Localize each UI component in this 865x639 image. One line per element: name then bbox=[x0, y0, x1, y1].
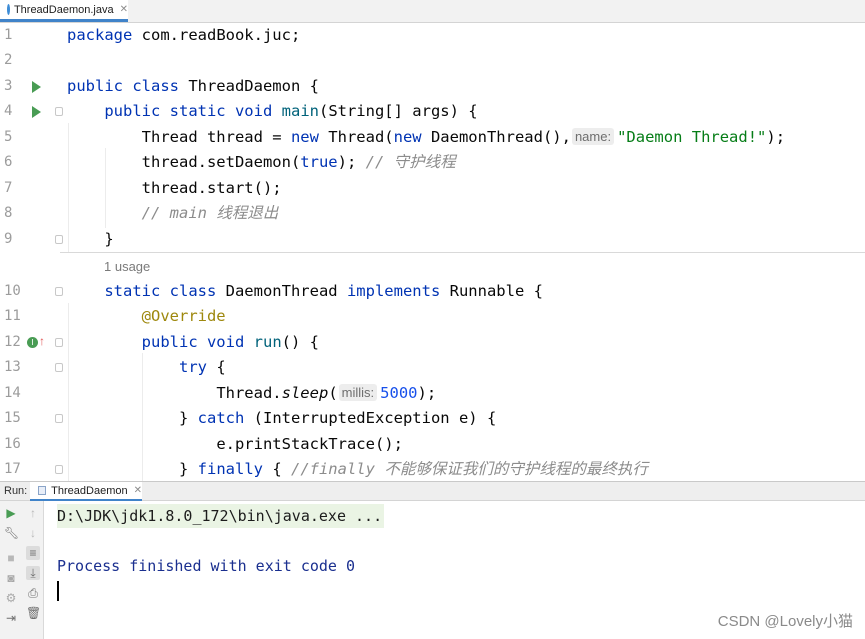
code-text[interactable]: try { bbox=[67, 355, 226, 380]
run-panel-label: Run: bbox=[4, 485, 28, 497]
code-text[interactable]: Thread thread = new Thread(new DaemonThr… bbox=[67, 125, 785, 150]
usage-hint[interactable]: 1 usage bbox=[104, 254, 150, 279]
line-number: 11 bbox=[4, 308, 21, 324]
run-toolbar-right: ↑ ↓ ≡ ⤓ ⎙ 🗑︎ bbox=[22, 501, 44, 639]
line-number: 7 bbox=[4, 180, 13, 196]
fold-icon[interactable] bbox=[55, 107, 63, 116]
code-text[interactable]: package com.readBook.juc; bbox=[67, 23, 300, 48]
code-line: 12 I ↑ public void run() { bbox=[0, 330, 865, 355]
code-line: 16 e.printStackTrace(); bbox=[0, 432, 865, 457]
code-text[interactable]: e.printStackTrace(); bbox=[67, 432, 403, 457]
code-text[interactable]: } catch (InterruptedException e) { bbox=[67, 406, 496, 431]
code-line: 6 thread.setDaemon(true); // 守护线程 bbox=[0, 150, 865, 175]
line-number: 9 bbox=[4, 231, 13, 247]
code-line: 4 public static void main(String[] args)… bbox=[0, 99, 865, 124]
code-line: 10 static class DaemonThread implements … bbox=[0, 279, 865, 304]
code-line: 14 Thread.sleep(millis: 5000); bbox=[0, 381, 865, 406]
line-number: 10 bbox=[4, 283, 21, 299]
code-line: 17 } finally { //finally 不能够保证我们的守护线程的最终… bbox=[0, 457, 865, 481]
console-icon bbox=[38, 486, 47, 495]
console-exit-message: Process finished with exit code 0 bbox=[57, 557, 356, 575]
stop-icon[interactable]: ■ bbox=[4, 551, 18, 565]
code-line: 9 } bbox=[0, 227, 865, 252]
line-number: 16 bbox=[4, 436, 21, 452]
run-class-icon[interactable] bbox=[32, 81, 41, 93]
code-line: 3 public class ThreadDaemon { bbox=[0, 74, 865, 99]
parameter-hint: millis: bbox=[338, 384, 378, 401]
code-line: 15 } catch (InterruptedException e) { bbox=[0, 406, 865, 431]
text-caret bbox=[57, 581, 59, 601]
exit-icon[interactable]: ⇥ bbox=[4, 611, 18, 625]
run-tab-thread-daemon[interactable]: ThreadDaemon ✕ bbox=[30, 482, 142, 501]
run-toolbar-left: ▶ 🔧︎ ■ ◙ ⚙ ⇥ bbox=[0, 501, 22, 639]
line-number: 1 bbox=[4, 27, 13, 43]
code-text[interactable]: Thread.sleep(millis: 5000); bbox=[67, 381, 436, 406]
fold-icon[interactable] bbox=[55, 414, 63, 423]
code-line: 2 bbox=[0, 48, 865, 73]
arrow-up-icon: ↑ bbox=[39, 334, 45, 348]
wrench-icon[interactable]: 🔧︎ bbox=[4, 526, 19, 540]
arrow-down-icon[interactable]: ↓ bbox=[26, 526, 40, 540]
code-text[interactable]: public class ThreadDaemon { bbox=[67, 74, 319, 99]
editor-tab-thread-daemon[interactable]: ThreadDaemon.java ✕ bbox=[0, 0, 128, 22]
run-main-icon[interactable] bbox=[32, 106, 41, 118]
fold-icon[interactable] bbox=[55, 287, 63, 296]
fold-icon[interactable] bbox=[55, 235, 63, 244]
code-line: 8 // main 线程退出 bbox=[0, 201, 865, 226]
code-text[interactable]: } finally { //finally 不能够保证我们的守护线程的最终执行 bbox=[67, 457, 648, 481]
soft-wrap-icon[interactable]: ≡ bbox=[26, 546, 40, 560]
code-line: 11 @Override bbox=[0, 304, 865, 329]
code-line: 7 thread.start(); bbox=[0, 176, 865, 201]
java-class-icon bbox=[7, 4, 15, 15]
code-line: 1 package com.readBook.juc; bbox=[0, 23, 865, 48]
print-icon[interactable]: ⎙ bbox=[26, 586, 40, 600]
settings-icon[interactable]: ⚙ bbox=[4, 591, 18, 605]
code-text[interactable]: // main 线程退出 bbox=[67, 201, 279, 226]
watermark: CSDN @Lovely小猫 bbox=[717, 613, 853, 630]
run-panel-header: Run: ThreadDaemon ✕ bbox=[0, 481, 865, 501]
line-number: 5 bbox=[4, 129, 13, 145]
arrow-up-icon[interactable]: ↑ bbox=[26, 506, 40, 520]
code-text[interactable]: public static void main(String[] args) { bbox=[67, 99, 477, 124]
close-icon[interactable]: ✕ bbox=[120, 4, 128, 15]
rerun-icon[interactable]: ▶ bbox=[4, 506, 18, 520]
line-number: 13 bbox=[4, 359, 21, 375]
method-separator bbox=[60, 252, 865, 253]
code-text[interactable]: public void run() { bbox=[67, 330, 319, 355]
scroll-to-end-icon[interactable]: ⤓ bbox=[26, 566, 40, 580]
line-number: 12 bbox=[4, 334, 21, 350]
camera-icon[interactable]: ◙ bbox=[4, 571, 18, 585]
fold-icon[interactable] bbox=[55, 338, 63, 347]
code-text[interactable]: @Override bbox=[67, 304, 226, 329]
code-text[interactable]: static class DaemonThread implements Run… bbox=[67, 279, 543, 304]
run-tab-label: ThreadDaemon bbox=[51, 484, 128, 497]
implements-method-icon[interactable]: I bbox=[27, 337, 38, 348]
parameter-hint: name: bbox=[571, 128, 615, 145]
close-icon[interactable]: ✕ bbox=[134, 485, 142, 496]
line-number: 15 bbox=[4, 410, 21, 426]
line-number: 2 bbox=[4, 52, 13, 68]
code-text[interactable]: thread.start(); bbox=[67, 176, 282, 201]
line-number: 8 bbox=[4, 205, 13, 221]
code-editor[interactable]: 1 package com.readBook.juc; 2 3 public c… bbox=[0, 23, 865, 481]
fold-icon[interactable] bbox=[55, 465, 63, 474]
line-number: 6 bbox=[4, 154, 13, 170]
line-number: 4 bbox=[4, 103, 13, 119]
code-text[interactable]: } bbox=[67, 227, 113, 252]
line-number: 17 bbox=[4, 461, 21, 477]
line-number: 14 bbox=[4, 385, 21, 401]
fold-icon[interactable] bbox=[55, 363, 63, 372]
trash-icon[interactable]: 🗑︎ bbox=[26, 606, 41, 620]
code-line: 13 try { bbox=[0, 355, 865, 380]
line-number: 3 bbox=[4, 78, 13, 94]
editor-tab-label: ThreadDaemon.java bbox=[13, 3, 114, 16]
code-text[interactable]: thread.setDaemon(true); // 守护线程 bbox=[67, 150, 456, 175]
editor-tab-bar: ThreadDaemon.java ✕ bbox=[0, 0, 865, 23]
code-line: 5 Thread thread = new Thread(new DaemonT… bbox=[0, 125, 865, 150]
console-command-line: D:\JDK\jdk1.8.0_172\bin\java.exe ... bbox=[57, 504, 385, 528]
